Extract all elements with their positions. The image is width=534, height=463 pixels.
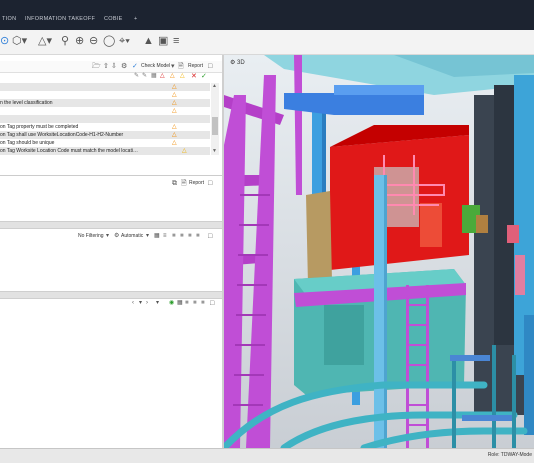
chevron-right-icon[interactable]: › bbox=[146, 298, 148, 309]
status-bar: Role: TDWAY-Mode bbox=[0, 448, 534, 463]
delete-icon[interactable]: ■ bbox=[196, 231, 200, 242]
report-header: ⧉ 🗎 Report □ bbox=[0, 179, 224, 189]
chevron-down-icon[interactable]: ▼ bbox=[212, 148, 217, 154]
view-label: ⚙ 3D bbox=[230, 60, 245, 66]
add-tab-button[interactable]: + bbox=[134, 16, 138, 22]
role-label: Role: TDWAY-Mode bbox=[487, 452, 532, 458]
info-icon: △ bbox=[182, 148, 187, 154]
grid-icon[interactable]: ▦ bbox=[177, 298, 183, 309]
error-icon: △ bbox=[160, 73, 165, 79]
warning-icon: △ bbox=[172, 100, 177, 106]
print-icon[interactable]: ■ bbox=[193, 298, 197, 309]
chevron-down-icon[interactable]: ▾ bbox=[146, 231, 149, 242]
scrollbar[interactable]: ▲ ▼ bbox=[211, 83, 219, 155]
zoom-in-icon[interactable]: ⊕ bbox=[75, 35, 84, 47]
box-icon[interactable]: ⊙ bbox=[0, 35, 9, 47]
save-icon[interactable]: ■ bbox=[172, 231, 176, 242]
maximize-icon[interactable]: □ bbox=[208, 178, 212, 189]
crosshair-dropdown-icon[interactable]: ⌖▾ bbox=[119, 35, 130, 47]
list-item[interactable]: on Tag should be unique bbox=[0, 139, 210, 147]
list-item[interactable] bbox=[0, 107, 210, 115]
print-icon[interactable]: ■ bbox=[180, 231, 184, 242]
report-icon[interactable]: 🗎 bbox=[181, 178, 187, 189]
object-dropdown-icon[interactable]: △▾ bbox=[38, 35, 52, 47]
chevron-down-icon[interactable]: ▾ bbox=[139, 298, 142, 309]
pass-icon: ✓ bbox=[201, 73, 207, 80]
section-icon[interactable]: ▲ bbox=[143, 35, 154, 47]
folder-icon[interactable]: 🗁 bbox=[92, 61, 101, 72]
viewport-3d[interactable]: ⚙ 3D bbox=[224, 55, 534, 448]
cube-dropdown-icon[interactable]: ⬡▾ bbox=[12, 35, 27, 47]
list-item[interactable]: on Tag shall use WorksiteLocationCode-H1… bbox=[0, 131, 210, 139]
column-header: ✎ ✎ ▦ △ △ △ ✕ ✓ bbox=[0, 73, 224, 82]
tag-icon[interactable]: ✎ bbox=[142, 71, 147, 82]
table-icon[interactable]: ▦ bbox=[151, 71, 157, 82]
warning-icon: △ bbox=[172, 92, 177, 98]
chevron-left-icon[interactable]: ‹ bbox=[132, 298, 134, 309]
zoom-window-icon[interactable]: ◯ bbox=[103, 35, 115, 47]
pencil-icon[interactable]: ✎ bbox=[134, 71, 139, 82]
filter-header: No Filtering ▾ ⚙ Automatic ▾ ▦ ≡ ■ ■ ■ ■… bbox=[0, 231, 224, 242]
pin-icon[interactable]: ▣ bbox=[158, 35, 168, 47]
scrollbar-thumb[interactable] bbox=[212, 117, 218, 135]
info-icon: △ bbox=[180, 73, 185, 79]
chevron-down-icon[interactable]: ▾ bbox=[106, 231, 109, 242]
tab-cobie[interactable]: COBIE bbox=[104, 16, 123, 22]
warning-icon: △ bbox=[172, 132, 177, 138]
filter-dropdown[interactable]: No Filtering bbox=[78, 231, 104, 242]
report-button[interactable]: Report bbox=[189, 178, 204, 189]
list-item[interactable]: on Tag property must be completed bbox=[0, 123, 210, 131]
color-icon[interactable]: ◉ bbox=[169, 298, 174, 309]
chevron-down-icon[interactable]: ▾ bbox=[156, 298, 159, 309]
download-icon[interactable]: ⇩ bbox=[111, 61, 117, 72]
warning-icon: △ bbox=[172, 124, 177, 130]
grid-icon[interactable]: ▦ bbox=[154, 231, 160, 242]
zoom-out-icon[interactable]: ⊖ bbox=[89, 35, 98, 47]
warning-icon: △ bbox=[172, 140, 177, 146]
list-item[interactable]: on Tag Worksite Location Code must match… bbox=[0, 147, 210, 155]
warning-icon: △ bbox=[172, 108, 177, 114]
warning-icon: △ bbox=[170, 73, 175, 79]
list-item[interactable] bbox=[0, 83, 210, 91]
title-bar: TION INFORMATION TAKEOFF COBIE + bbox=[0, 0, 534, 30]
automatic-icon[interactable]: ⚙ bbox=[114, 231, 119, 242]
tab-navigation[interactable]: TION bbox=[2, 16, 16, 22]
layers-icon[interactable]: ≡ bbox=[173, 35, 179, 47]
list-icon[interactable]: ≡ bbox=[163, 231, 167, 242]
gear-icon[interactable]: ⚙ bbox=[121, 61, 127, 72]
export-icon[interactable]: ■ bbox=[201, 298, 205, 309]
divider bbox=[0, 175, 224, 176]
toolbar: ⊙ ⬡▾ △▾ ⚲ ⊕ ⊖ ◯ ⌖▾ ▲ ▣ ≡ bbox=[0, 30, 534, 55]
rule-list: △ △ n the level classification △ △ on Ta… bbox=[0, 83, 224, 173]
list-item[interactable] bbox=[0, 115, 210, 123]
zoom-extents-icon[interactable]: ⚲ bbox=[61, 35, 69, 47]
tab-information-takeoff[interactable]: INFORMATION TAKEOFF bbox=[25, 16, 95, 22]
chevron-up-icon[interactable]: ▲ bbox=[212, 83, 217, 89]
copy-icon[interactable]: ⧉ bbox=[172, 178, 177, 189]
export-icon[interactable]: ■ bbox=[188, 231, 192, 242]
warning-icon: △ bbox=[172, 84, 177, 90]
save-icon[interactable]: ■ bbox=[185, 298, 189, 309]
automatic-dropdown[interactable]: Automatic bbox=[121, 231, 143, 242]
fail-icon: ✕ bbox=[191, 73, 197, 80]
maximize-icon[interactable]: □ bbox=[208, 231, 212, 242]
upload-icon[interactable]: ⇧ bbox=[103, 61, 109, 72]
left-panel: 🗁 ⇧ ⇩ ⚙ ✓ Check Model ▾ 🗎 Report □ ✎ ✎ ▦… bbox=[0, 55, 224, 448]
model-render[interactable] bbox=[224, 55, 534, 448]
maximize-icon[interactable]: □ bbox=[208, 61, 212, 72]
maximize-icon[interactable]: □ bbox=[210, 298, 214, 309]
properties-header: ‹ ▾ › ▾ ◉ ▦ ■ ■ ■ □ bbox=[0, 298, 224, 309]
list-item[interactable] bbox=[0, 91, 210, 99]
list-item[interactable]: n the level classification bbox=[0, 99, 210, 107]
panel-splitter[interactable] bbox=[0, 221, 224, 229]
